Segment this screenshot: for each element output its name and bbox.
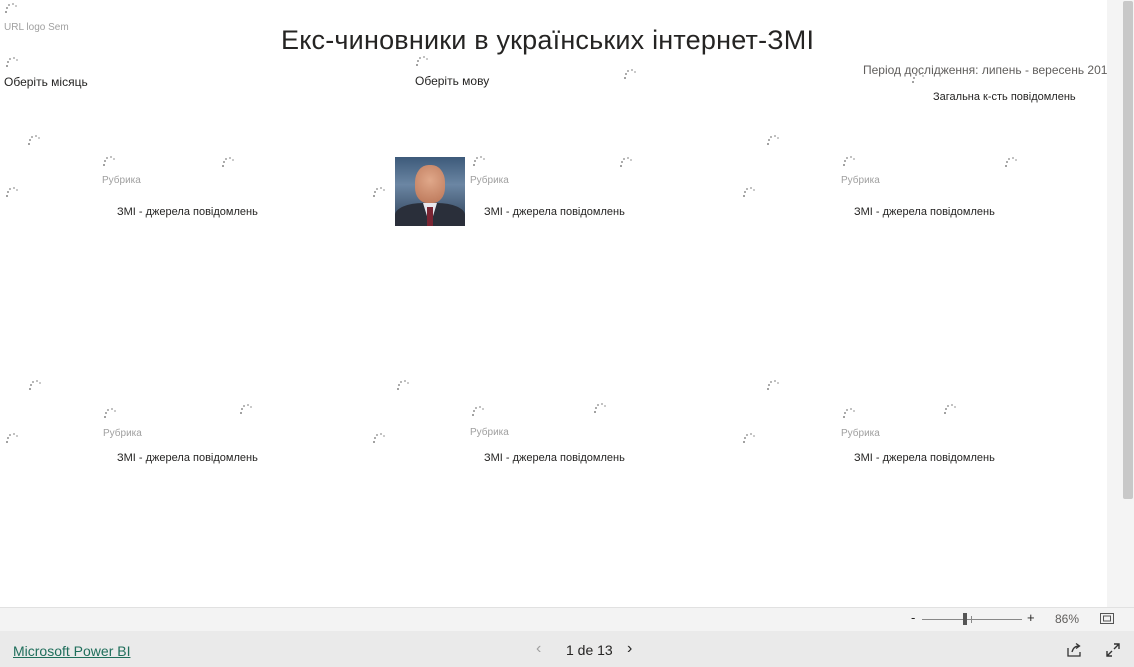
loading-spinner-icon bbox=[416, 56, 428, 68]
report-canvas: URL logo Sem Екс-чиновники в українських… bbox=[0, 0, 1107, 607]
loading-spinner-icon bbox=[6, 57, 18, 69]
loading-spinner-icon bbox=[843, 156, 855, 168]
sources-label: ЗМІ - джерела повідомлень bbox=[117, 206, 258, 218]
loading-spinner-icon bbox=[1005, 157, 1017, 169]
zoom-bar: - + 86% bbox=[0, 607, 1134, 631]
sources-label: ЗМІ - джерела повідомлень bbox=[854, 452, 995, 464]
zoom-in-button[interactable]: + bbox=[1027, 610, 1035, 625]
zoom-out-button[interactable]: - bbox=[911, 610, 915, 625]
loading-spinner-icon bbox=[397, 380, 409, 392]
loading-spinner-icon bbox=[29, 380, 41, 392]
loading-spinner-icon bbox=[473, 156, 485, 168]
rubric-label: Рубрика bbox=[470, 427, 509, 438]
loading-spinner-icon bbox=[6, 187, 18, 199]
sources-label: ЗМІ - джерела повідомлень bbox=[484, 206, 625, 218]
loading-spinner-icon bbox=[28, 135, 40, 147]
footer-bar: Microsoft Power BI ‹ 1 de 13 › bbox=[0, 631, 1134, 667]
fullscreen-icon[interactable] bbox=[1105, 642, 1121, 658]
zoom-slider-tick bbox=[971, 616, 972, 623]
vertical-scrollbar[interactable] bbox=[1107, 0, 1134, 607]
loading-spinner-icon bbox=[912, 73, 924, 85]
loading-spinner-icon bbox=[743, 433, 755, 445]
zoom-slider-track[interactable] bbox=[922, 619, 1022, 620]
sources-label: ЗМІ - джерела повідомлень bbox=[117, 452, 258, 464]
loading-spinner-icon bbox=[373, 433, 385, 445]
loading-spinner-icon bbox=[620, 157, 632, 169]
loading-spinner-icon bbox=[6, 433, 18, 445]
loading-spinner-icon bbox=[222, 157, 234, 169]
rubric-label: Рубрика bbox=[103, 428, 142, 439]
sources-label: ЗМІ - джерела повідомлень bbox=[854, 206, 995, 218]
loading-spinner-icon bbox=[767, 135, 779, 147]
period-text: Період дослідження: липень - вересень 20… bbox=[863, 63, 1107, 77]
loading-spinner-icon bbox=[103, 156, 115, 168]
page-indicator: 1 de 13 bbox=[566, 642, 613, 658]
loading-spinner-icon bbox=[5, 3, 17, 15]
loading-spinner-icon bbox=[373, 187, 385, 199]
loading-spinner-icon bbox=[624, 69, 636, 81]
loading-spinner-icon bbox=[843, 408, 855, 420]
rubric-label: Рубрика bbox=[102, 175, 141, 186]
official-portrait bbox=[395, 157, 465, 226]
rubric-label: Рубрика bbox=[470, 175, 509, 186]
month-slicer-label[interactable]: Оберіть місяць bbox=[4, 75, 88, 89]
zoom-percent: 86% bbox=[1055, 612, 1080, 626]
power-bi-link[interactable]: Microsoft Power BI bbox=[13, 643, 130, 659]
zoom-slider-thumb[interactable] bbox=[963, 613, 967, 625]
sources-label: ЗМІ - джерела повідомлень bbox=[484, 452, 625, 464]
logo-placeholder-label: URL logo Sem bbox=[4, 22, 69, 33]
loading-spinner-icon bbox=[743, 187, 755, 199]
loading-spinner-icon bbox=[594, 403, 606, 415]
scrollbar-thumb[interactable] bbox=[1123, 1, 1133, 499]
loading-spinner-icon bbox=[944, 404, 956, 416]
rubric-label: Рубрика bbox=[841, 428, 880, 439]
loading-spinner-icon bbox=[472, 406, 484, 418]
previous-page-button[interactable]: ‹ bbox=[536, 640, 541, 658]
next-page-button[interactable]: › bbox=[627, 640, 632, 658]
loading-spinner-icon bbox=[767, 380, 779, 392]
total-count-label: Загальна к-сть повідомлень bbox=[933, 91, 1076, 103]
loading-spinner-icon bbox=[104, 408, 116, 420]
language-slicer-label[interactable]: Оберіть мову bbox=[415, 74, 489, 88]
loading-spinner-icon bbox=[240, 404, 252, 416]
rubric-label: Рубрика bbox=[841, 175, 880, 186]
report-title: Екс-чиновники в українських інтернет-ЗМІ bbox=[281, 25, 815, 55]
fit-to-page-icon[interactable] bbox=[1100, 613, 1114, 624]
share-icon[interactable] bbox=[1066, 642, 1082, 658]
